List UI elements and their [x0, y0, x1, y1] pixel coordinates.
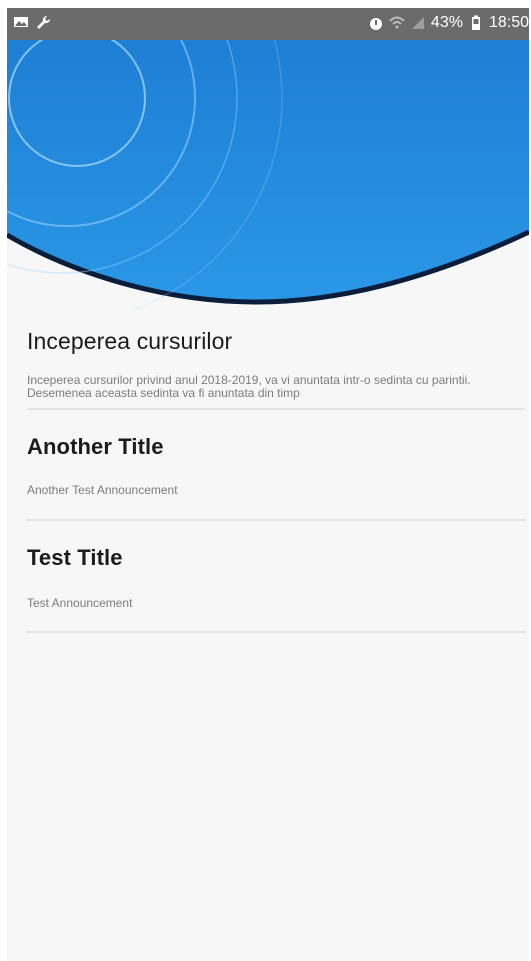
announcement-list: Inceperea cursurilor Inceperea cursurilo…: [27, 310, 525, 633]
announcement-item[interactable]: Test Title Test Announcement: [27, 521, 525, 633]
announcement-title: Another Title: [27, 434, 164, 459]
signal-icon: [411, 17, 424, 29]
announcement-item[interactable]: Another Title Another Test Announcement: [27, 410, 525, 521]
clock: 18:50: [488, 14, 529, 31]
alarm-icon: [369, 18, 382, 30]
announcement-body: Inceperea cursurilor privind anul 2018-2…: [27, 373, 471, 400]
image-icon: [14, 17, 28, 27]
wifi-icon: [389, 16, 405, 29]
announcement-body: Test Announcement: [27, 596, 133, 610]
app-screen: 43% 18:50 Inceperea cursurilor Inceperea…: [7, 8, 529, 961]
battery-icon: [471, 15, 480, 30]
announcement-title: Test Title: [27, 545, 123, 570]
battery-percent: 43%: [430, 14, 463, 31]
announcement-title: Inceperea cursurilor: [27, 328, 233, 354]
announcement-item[interactable]: Inceperea cursurilor Inceperea cursurilo…: [27, 310, 525, 410]
status-bar: 43% 18:50: [7, 8, 529, 40]
header-banner: [7, 40, 529, 310]
wrench-icon: [37, 15, 51, 29]
announcement-body: Another Test Announcement: [27, 483, 178, 497]
